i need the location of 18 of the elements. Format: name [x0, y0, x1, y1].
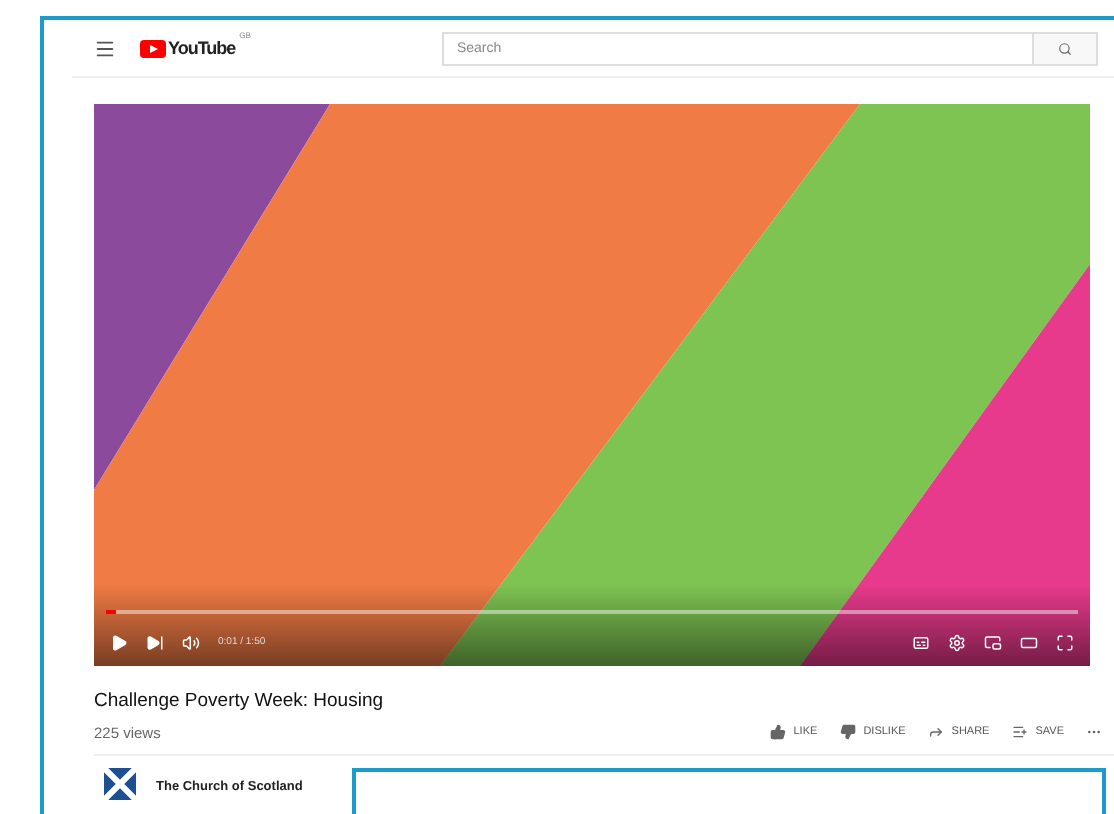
- playlist-add-icon: [1011, 724, 1028, 740]
- thumbs-up-icon: [769, 724, 786, 740]
- volume-icon[interactable]: [182, 633, 200, 651]
- play-logo-icon: [140, 39, 166, 57]
- fullscreen-icon[interactable]: [1056, 633, 1074, 651]
- share-icon: [927, 724, 944, 740]
- search-icon: [1058, 41, 1073, 55]
- saltire-logo-icon: [104, 768, 136, 800]
- logo-text[interactable]: YouTube: [168, 38, 236, 58]
- next-icon[interactable]: [146, 633, 164, 651]
- subtitles-icon[interactable]: [912, 633, 930, 651]
- menu-icon[interactable]: [94, 37, 116, 59]
- settings-icon[interactable]: [948, 633, 966, 651]
- miniplayer-icon[interactable]: [984, 633, 1002, 651]
- theater-icon[interactable]: [1020, 633, 1038, 651]
- thumbs-down-icon: [839, 724, 856, 740]
- video-title: Challenge Poverty Week: Housing: [94, 690, 386, 712]
- play-icon[interactable]: [110, 633, 128, 651]
